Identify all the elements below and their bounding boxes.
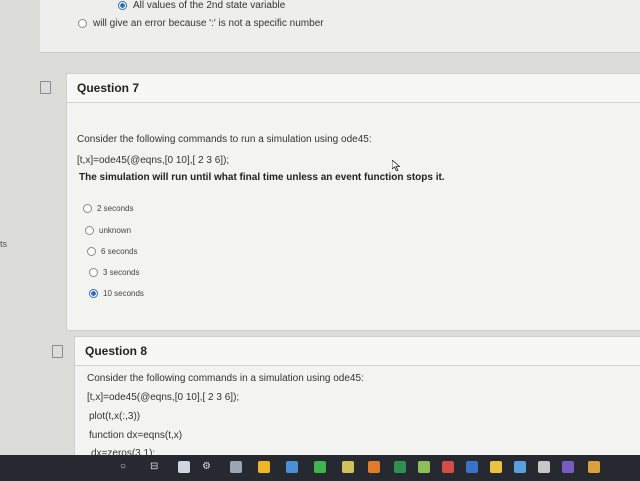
question-7-intro: Consider the following commands to run a… [77, 134, 372, 145]
option-label: All values of the 2nd state variable [133, 0, 286, 11]
question-8-code-line-3: function dx=eqns(t,x) [89, 430, 183, 441]
mail-icon[interactable] [466, 461, 478, 473]
prev-option-1[interactable]: All values of the 2nd state variable [118, 0, 285, 11]
explorer-icon[interactable] [286, 461, 298, 473]
option-label: 3 seconds [103, 268, 140, 277]
option-label: 6 seconds [101, 247, 138, 256]
mouse-cursor-icon [392, 160, 400, 171]
radio-button[interactable] [83, 204, 92, 213]
app-icon-10[interactable] [562, 461, 574, 473]
app-icon-5[interactable] [418, 461, 430, 473]
side-text: ts [0, 239, 8, 249]
app-icon-11[interactable] [588, 461, 600, 473]
option-3-seconds[interactable]: 3 seconds [89, 268, 139, 277]
question-7-code: [t,x]=ode45(@eqns,[0 10],[ 2 3 6]); [77, 155, 230, 166]
app-icon-9[interactable] [538, 461, 550, 473]
question-8-code-line-2: plot(t,x(:,3)) [89, 411, 141, 422]
question-8-title: Question 8 [75, 337, 640, 366]
app-icon-4[interactable] [394, 461, 406, 473]
search-icon[interactable]: ○ [120, 461, 126, 472]
option-label: unknown [99, 226, 132, 235]
radio-button[interactable] [118, 1, 127, 10]
previous-question-card: All values of the 2nd state variable wil… [40, 0, 640, 53]
chrome-icon[interactable] [314, 461, 326, 473]
app-icon-6[interactable] [442, 461, 454, 473]
option-label: 10 seconds [103, 289, 144, 298]
prev-option-2[interactable]: will give an error because ':' is not a … [78, 18, 324, 29]
radio-button[interactable] [87, 247, 96, 256]
app-icon-2[interactable] [342, 461, 354, 473]
app-icon-8[interactable] [514, 461, 526, 473]
question-8-code-line-1: [t,x]=ode45(@eqns,[0 10],[ 2 3 6]); [87, 392, 240, 403]
flag-question-8-icon[interactable] [52, 345, 63, 358]
question-7-title: Question 7 [67, 74, 640, 103]
option-10-seconds[interactable]: 10 seconds [89, 289, 144, 298]
app-icon-3[interactable] [368, 461, 380, 473]
option-2-seconds[interactable]: 2 seconds [83, 204, 133, 213]
file-explorer-icon[interactable] [230, 461, 242, 473]
question-7-card: Question 7 Consider the following comman… [66, 73, 640, 331]
question-8-intro: Consider the following commands in a sim… [87, 373, 364, 384]
app-icon-7[interactable] [490, 461, 502, 473]
task-view-icon[interactable]: ⊟ [150, 461, 158, 472]
question-8-card: Question 8 Consider the following comman… [74, 336, 640, 468]
option-unknown[interactable]: unknown [85, 226, 131, 235]
radio-button[interactable] [89, 289, 98, 298]
radio-button[interactable] [89, 268, 98, 277]
radio-button[interactable] [85, 226, 94, 235]
radio-button[interactable] [78, 19, 87, 28]
option-6-seconds[interactable]: 6 seconds [87, 247, 137, 256]
option-label: will give an error because ':' is not a … [93, 18, 324, 29]
option-label: 2 seconds [97, 204, 134, 213]
settings-icon[interactable]: ⚙ [202, 461, 211, 472]
taskbar: ○ ⊟ ⚙ [0, 455, 640, 481]
question-7-prompt: The simulation will run until what final… [79, 172, 445, 183]
store-icon[interactable] [258, 461, 270, 473]
app-icon[interactable] [178, 461, 190, 473]
flag-question-7-icon[interactable] [40, 81, 51, 94]
